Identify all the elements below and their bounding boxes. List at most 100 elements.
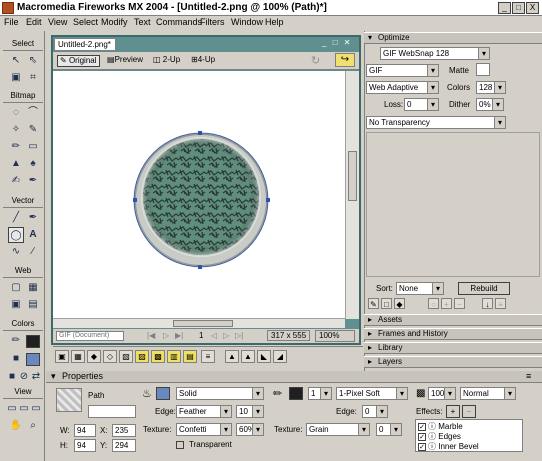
send-backward-icon[interactable]: ▩ xyxy=(151,350,165,363)
split-icon[interactable]: ◇ xyxy=(103,350,117,363)
layers-panel-header[interactable]: Layers xyxy=(364,356,542,368)
eraser-tool-icon[interactable]: ▭ xyxy=(25,139,41,155)
doc-close-icon[interactable]: ✕ xyxy=(344,38,351,47)
blur-tool-icon[interactable]: ▲ xyxy=(8,156,24,172)
path-point[interactable] xyxy=(266,198,270,202)
height-input[interactable]: 94 xyxy=(74,439,96,452)
menu-help[interactable]: Help xyxy=(265,17,284,27)
opacity-select[interactable]: 100 xyxy=(428,387,456,400)
stroke-type-select[interactable]: 1-Pixel Soft xyxy=(336,387,408,400)
object-name-input[interactable] xyxy=(88,405,136,418)
hand-tool-icon[interactable]: ✋ xyxy=(8,418,24,434)
last-icon[interactable]: ▷| xyxy=(235,331,243,340)
menu-window[interactable]: Window xyxy=(231,17,263,27)
marquee-tool-icon[interactable]: ◌ xyxy=(8,105,24,121)
export-wizard-icon[interactable]: ≡ xyxy=(495,298,506,309)
bring-forward-icon[interactable]: ▨ xyxy=(135,350,149,363)
sort-select[interactable]: None xyxy=(396,282,444,295)
horizontal-scroll-thumb[interactable] xyxy=(173,320,233,327)
replace-color-tool-icon[interactable]: ✍ xyxy=(8,173,24,189)
flip-horizontal-icon[interactable]: ◣ xyxy=(257,350,271,363)
edge-amount-select[interactable]: 10 xyxy=(236,405,264,418)
transparent-checkbox[interactable] xyxy=(176,439,186,449)
lock-color-icon[interactable]: ○ xyxy=(428,298,439,309)
effect-info-icon[interactable]: ⓘ xyxy=(428,432,436,441)
tab-2up[interactable]: ◫ 2-Up xyxy=(151,55,182,67)
stroke-texture-select[interactable]: Grain xyxy=(306,423,370,436)
x-input[interactable]: 235 xyxy=(112,424,136,437)
horizontal-scrollbar[interactable] xyxy=(53,318,345,328)
play-icon[interactable]: ▷ xyxy=(163,331,169,340)
matte-color-swatch[interactable] xyxy=(476,63,490,76)
next-frame-icon[interactable]: ▷ xyxy=(223,331,229,340)
send-back-icon[interactable]: ▥ xyxy=(167,350,181,363)
ungroup-icon[interactable]: ▦ xyxy=(71,350,85,363)
brush-tool-icon[interactable]: ✎ xyxy=(25,122,41,138)
slice-tool-icon[interactable]: ▦ xyxy=(25,280,41,296)
scale-tool-icon[interactable]: ▣ xyxy=(8,70,24,86)
effect-info-icon[interactable]: ⓘ xyxy=(428,442,436,451)
stroke-color-icon[interactable]: ✏ xyxy=(8,333,24,349)
text-tool-icon[interactable]: A xyxy=(25,227,41,243)
eyedropper-tool-icon[interactable]: ✒ xyxy=(25,173,41,189)
align-icon[interactable]: ▤ xyxy=(183,350,197,363)
hotspot-tool-icon[interactable]: ▢ xyxy=(8,280,24,296)
texture-select[interactable]: Confetti xyxy=(176,423,232,436)
delete-color-icon[interactable]: − xyxy=(454,298,465,309)
menu-modify[interactable]: Modify xyxy=(101,17,128,27)
canvas[interactable] xyxy=(53,71,345,318)
edge-select[interactable]: Feather xyxy=(176,405,232,418)
path-point[interactable] xyxy=(198,265,202,269)
vertical-scroll-thumb[interactable] xyxy=(348,151,357,201)
effect-item[interactable]: ✓ ⓘ Inner Bevel xyxy=(418,441,479,451)
preview-in-browser-icon[interactable]: ↻ xyxy=(311,54,320,67)
transparency-select[interactable]: No Transparency xyxy=(366,116,506,129)
status-format[interactable]: GIF (Document) xyxy=(56,331,124,341)
effect-check-icon[interactable]: ✓ xyxy=(418,422,426,431)
path-point[interactable] xyxy=(133,198,137,202)
edit-color-icon[interactable]: ✎ xyxy=(368,298,379,309)
ellipse-tool-icon[interactable]: ◯ xyxy=(8,227,24,243)
rubber-stamp-tool-icon[interactable]: ♠ xyxy=(25,156,41,172)
doc-minimize-icon[interactable]: _ xyxy=(322,38,326,47)
fill-type-select[interactable]: Solid xyxy=(176,387,264,400)
canvas-size-readout[interactable]: 317 x 555 xyxy=(267,330,311,341)
rotate-ccw-icon[interactable]: ▲ xyxy=(225,350,239,363)
collapse-icon[interactable]: ▾ xyxy=(51,371,56,382)
color-table-well[interactable] xyxy=(366,132,540,277)
assets-panel-header[interactable]: Assets xyxy=(364,314,542,326)
menu-text[interactable]: Text xyxy=(134,17,151,27)
tab-4up[interactable]: ⊞4-Up xyxy=(189,55,217,67)
menu-select[interactable]: Select xyxy=(73,17,98,27)
vertical-scrollbar[interactable] xyxy=(345,71,359,319)
frames-history-panel-header[interactable]: Frames and History xyxy=(364,328,542,340)
magic-wand-tool-icon[interactable]: ✧ xyxy=(8,122,24,138)
minimize-button[interactable]: _ xyxy=(498,2,511,14)
swap-colors-icon[interactable]: ⇄ xyxy=(28,369,44,385)
add-effect-button[interactable]: + xyxy=(446,405,460,418)
loss-input[interactable]: 0 xyxy=(404,98,439,111)
width-input[interactable]: 94 xyxy=(74,424,96,437)
fill-color-swatch[interactable] xyxy=(26,353,40,366)
show-slices-icon[interactable]: ▤ xyxy=(25,297,41,313)
options-menu-icon[interactable]: ≡ xyxy=(526,371,531,381)
effect-check-icon[interactable]: ✓ xyxy=(418,432,426,441)
maximize-button[interactable]: □ xyxy=(512,2,525,14)
y-input[interactable]: 294 xyxy=(112,439,136,452)
zoom-level[interactable]: 100% xyxy=(315,330,355,342)
pen-tool-icon[interactable]: ✒ xyxy=(25,210,41,226)
stroke-texture-amount-select[interactable]: 0 xyxy=(376,423,402,436)
dither-input[interactable]: 0% xyxy=(476,98,504,111)
optimize-preset-select[interactable]: GIF WebSnap 128 xyxy=(380,47,490,60)
subselect-tool-icon[interactable]: ⇖ xyxy=(25,53,41,69)
join-icon[interactable]: ◆ xyxy=(87,350,101,363)
doc-restore-icon[interactable]: □ xyxy=(333,38,338,47)
texture-amount-select[interactable]: 60% xyxy=(236,423,264,436)
knife-tool-icon[interactable]: ∕ xyxy=(25,244,41,260)
blend-mode-select[interactable]: Normal xyxy=(460,387,516,400)
stroke-edge-input[interactable]: 0 xyxy=(362,405,388,418)
add-color-icon[interactable]: + xyxy=(441,298,452,309)
export-format-select[interactable]: GIF xyxy=(366,64,439,77)
optimize-to-size-icon[interactable]: ↓ xyxy=(482,298,493,309)
effect-item[interactable]: ✓ ⓘ Edges xyxy=(418,431,461,441)
